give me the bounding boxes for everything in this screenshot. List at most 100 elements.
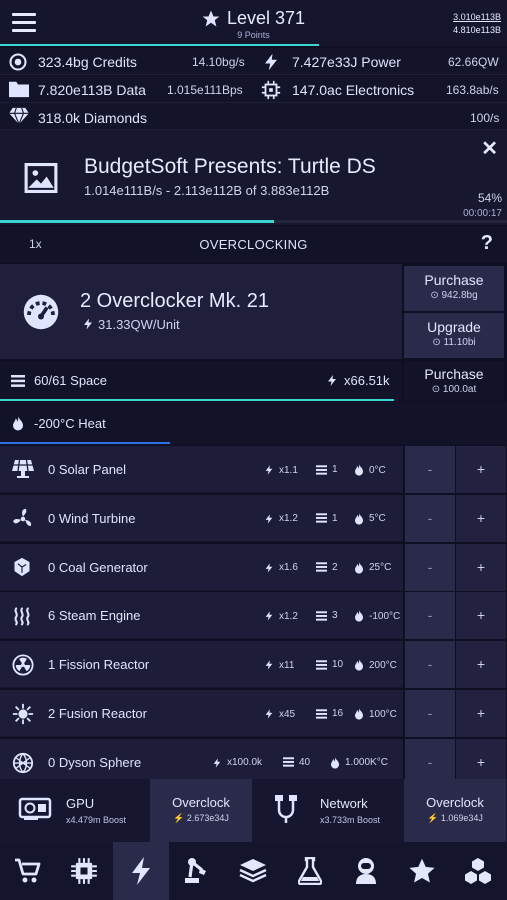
layers-icon[interactable] bbox=[225, 842, 281, 900]
generator-name: 1 Fission Reactor bbox=[48, 657, 150, 673]
purchase-space-cost: ⊙ 100.0at bbox=[431, 384, 477, 395]
space-fill-bar bbox=[0, 399, 394, 401]
gpu-overclock-label: Overclock bbox=[172, 795, 230, 810]
decrease-button[interactable]: - bbox=[405, 446, 455, 493]
level-points: 9 Points bbox=[237, 30, 270, 40]
increase-button[interactable]: + bbox=[456, 592, 506, 640]
decrease-button[interactable]: - bbox=[405, 592, 455, 640]
generator-multiplier: x100.0k bbox=[212, 757, 262, 769]
flask-icon[interactable] bbox=[282, 842, 338, 900]
network-overclock-label: Overclock bbox=[426, 795, 484, 810]
section-title: OVERCLOCKING bbox=[199, 237, 308, 252]
close-icon[interactable]: ✕ bbox=[481, 136, 498, 161]
heat-text: -200°C Heat bbox=[34, 416, 106, 431]
diamond-icon bbox=[8, 107, 30, 125]
gpu-label: GPU bbox=[66, 796, 95, 811]
level-stat-top: 3.010e113B bbox=[453, 12, 501, 22]
generator-heat: 5°C bbox=[354, 513, 386, 525]
level-title: Level 371 bbox=[227, 8, 306, 28]
level-stat-bottom: 4.810e113B bbox=[453, 25, 501, 35]
generator-multiplier: x1.6 bbox=[264, 562, 298, 574]
credits-value: 323.4bg Credits bbox=[38, 54, 137, 70]
generator-heat: -100°C bbox=[354, 610, 400, 622]
generator-multiplier: x1.1 bbox=[264, 464, 298, 476]
diamonds-rate: 100/s bbox=[470, 111, 500, 125]
gpu-boost: x4.479m Boost bbox=[66, 815, 127, 825]
space-text: 60/61 Space bbox=[34, 373, 108, 388]
increase-button[interactable]: + bbox=[456, 494, 506, 542]
fusion-icon bbox=[12, 703, 34, 725]
power-icon[interactable] bbox=[112, 842, 169, 900]
electronics-rate: 163.8ab/s bbox=[446, 83, 499, 97]
electronics-value: 147.0ac Electronics bbox=[292, 82, 415, 98]
purchase-overclocker-button[interactable]: Purchase ⊙ 942.8bg bbox=[404, 266, 504, 311]
coin-icon bbox=[8, 52, 28, 72]
project-progress-bar bbox=[0, 220, 274, 223]
increase-button[interactable]: + bbox=[456, 543, 506, 591]
bolt-icon bbox=[326, 373, 338, 388]
robot-arm-icon[interactable] bbox=[169, 842, 225, 900]
gpu-overclock-button[interactable]: Overclock ⚡ 2.673e34J bbox=[150, 779, 252, 842]
decrease-button[interactable]: - bbox=[405, 543, 455, 591]
level-progress-bar bbox=[0, 44, 319, 46]
network-overclock-cost: ⚡ 1.069e34J bbox=[427, 813, 483, 823]
network-boost: x3.733m Boost bbox=[320, 815, 381, 825]
upgrade-label: Upgrade bbox=[427, 319, 481, 335]
radiation-icon bbox=[12, 654, 34, 676]
generator-name: 2 Fusion Reactor bbox=[48, 706, 147, 721]
gauge-icon bbox=[20, 294, 62, 330]
cpu-icon[interactable] bbox=[56, 842, 112, 900]
power-value: 7.427e33J Power bbox=[292, 54, 401, 70]
upgrade-overclocker-button[interactable]: Upgrade ⊙ 11.10bi bbox=[404, 313, 504, 358]
project-time: 00:00:17 bbox=[463, 208, 502, 219]
help-icon[interactable]: ? bbox=[481, 232, 493, 255]
generator-multiplier: x45 bbox=[264, 708, 295, 720]
increase-button[interactable]: + bbox=[456, 690, 506, 737]
generator-space: 40 bbox=[283, 757, 310, 768]
generator-space: 1 bbox=[316, 464, 338, 475]
network-label: Network bbox=[320, 796, 368, 811]
heat-fill-bar bbox=[0, 442, 170, 444]
bolt-icon bbox=[82, 317, 94, 331]
generator-name: 0 Dyson Sphere bbox=[48, 754, 142, 770]
generator-multiplier: x11 bbox=[264, 659, 294, 671]
bolt-icon bbox=[262, 51, 280, 73]
purchase-space-label: Purchase bbox=[424, 366, 484, 382]
generator-name: 0 Solar Panel bbox=[48, 462, 127, 477]
generator-multiplier: x1.2 bbox=[264, 513, 298, 525]
purchase-label: Purchase bbox=[424, 272, 484, 288]
generator-heat: 25°C bbox=[354, 561, 391, 574]
generator-space: 2 bbox=[316, 562, 338, 573]
astronaut-icon[interactable] bbox=[338, 842, 394, 900]
steam-icon bbox=[12, 605, 32, 627]
generator-name: 6 Steam Engine bbox=[48, 608, 141, 624]
shop-icon[interactable] bbox=[0, 842, 56, 900]
overclocker-rate: 31.33QW/Unit bbox=[98, 317, 180, 332]
generator-heat: 100°C bbox=[354, 708, 397, 720]
cubes-icon[interactable] bbox=[450, 842, 506, 900]
project-title: BudgetSoft Presents: Turtle DS bbox=[84, 155, 376, 178]
purchase-space-button[interactable]: Purchase ⊙ 100.0at bbox=[404, 361, 504, 401]
generator-heat: 0°C bbox=[354, 464, 386, 476]
credits-rate: 14.10bg/s bbox=[192, 55, 245, 69]
generator-heat: 1.000K°C bbox=[330, 757, 388, 769]
solar-panel-icon bbox=[12, 459, 34, 479]
star-icon[interactable] bbox=[394, 842, 450, 900]
decrease-button[interactable]: - bbox=[405, 641, 455, 689]
space-multiplier: x66.51k bbox=[344, 373, 390, 388]
generator-name: 0 Coal Generator bbox=[48, 559, 148, 575]
decrease-button[interactable]: - bbox=[405, 690, 455, 737]
flame-icon bbox=[12, 416, 24, 431]
wind-turbine-icon bbox=[12, 508, 34, 530]
generator-space: 16 bbox=[316, 708, 343, 719]
network-overclock-button[interactable]: Overclock ⚡ 1.069e34J bbox=[404, 779, 506, 842]
purchase-cost: ⊙ 942.8bg bbox=[430, 290, 478, 301]
folder-icon bbox=[8, 79, 30, 99]
decrease-button[interactable]: - bbox=[405, 494, 455, 542]
level-star-icon bbox=[201, 9, 221, 29]
increase-button[interactable]: + bbox=[456, 446, 506, 493]
coal-icon bbox=[12, 557, 32, 577]
dyson-sphere-icon bbox=[12, 752, 34, 774]
image-icon bbox=[24, 162, 58, 194]
increase-button[interactable]: + bbox=[456, 641, 506, 689]
